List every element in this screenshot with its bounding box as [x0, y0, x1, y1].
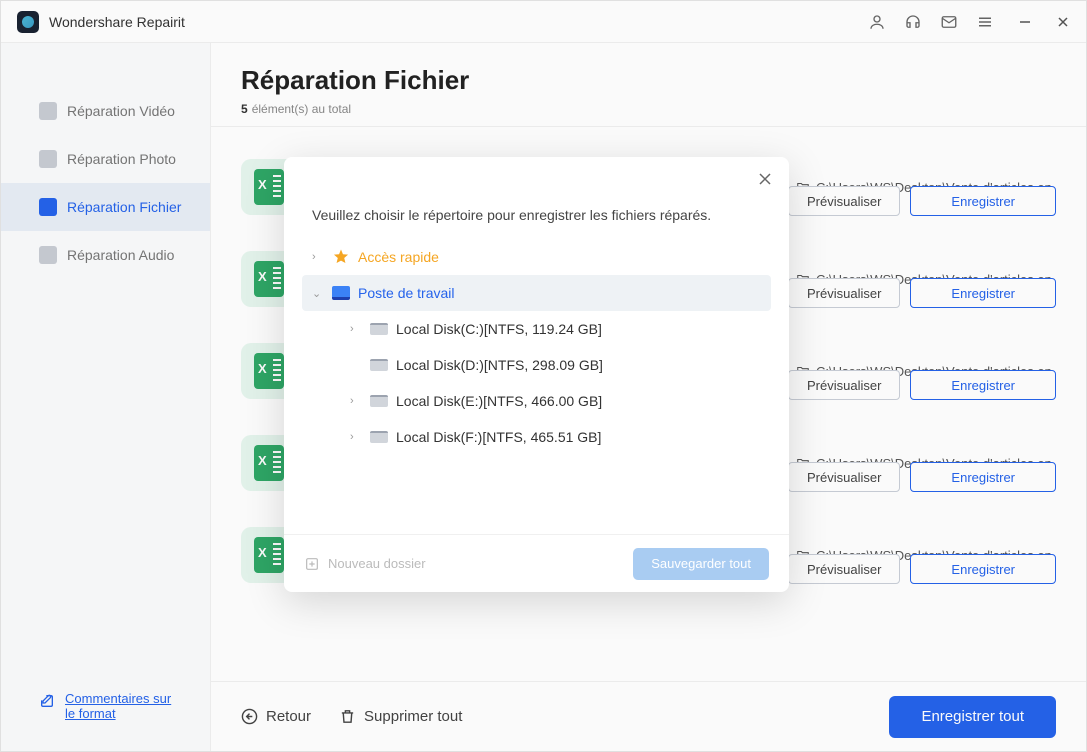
directory-tree: › Accès rapide ⌄ Poste de travail ›Local…	[284, 239, 789, 534]
disk-icon	[370, 323, 388, 335]
star-icon	[332, 248, 350, 266]
new-folder-button[interactable]: Nouveau dossier	[304, 556, 426, 572]
tree-quick-access[interactable]: › Accès rapide	[302, 239, 771, 275]
chevron-down-icon: ⌄	[312, 287, 324, 300]
chevron-right-icon: ›	[312, 251, 324, 263]
disk-icon	[370, 395, 388, 407]
disk-icon	[370, 431, 388, 443]
tree-disk-item[interactable]: ›Local Disk(C:)[NTFS, 119.24 GB]	[302, 311, 771, 347]
tree-computer[interactable]: ⌄ Poste de travail	[302, 275, 771, 311]
modal-save-all-button[interactable]: Sauvegarder tout	[633, 548, 769, 580]
modal-close-button[interactable]	[757, 171, 773, 192]
modal-footer: Nouveau dossier Sauvegarder tout	[284, 534, 789, 592]
chevron-right-icon: ›	[350, 323, 362, 335]
tree-disk-item[interactable]: Local Disk(D:)[NTFS, 298.09 GB]	[302, 347, 771, 383]
modal-message: Veuillez choisir le répertoire pour enre…	[284, 157, 789, 239]
save-directory-modal: Veuillez choisir le répertoire pour enre…	[284, 157, 789, 592]
disk-icon	[370, 359, 388, 371]
chevron-right-icon: ›	[350, 431, 362, 443]
computer-icon	[332, 286, 350, 300]
chevron-right-icon: ›	[350, 395, 362, 407]
tree-disk-item[interactable]: ›Local Disk(F:)[NTFS, 465.51 GB]	[302, 419, 771, 455]
tree-disk-item[interactable]: ›Local Disk(E:)[NTFS, 466.00 GB]	[302, 383, 771, 419]
